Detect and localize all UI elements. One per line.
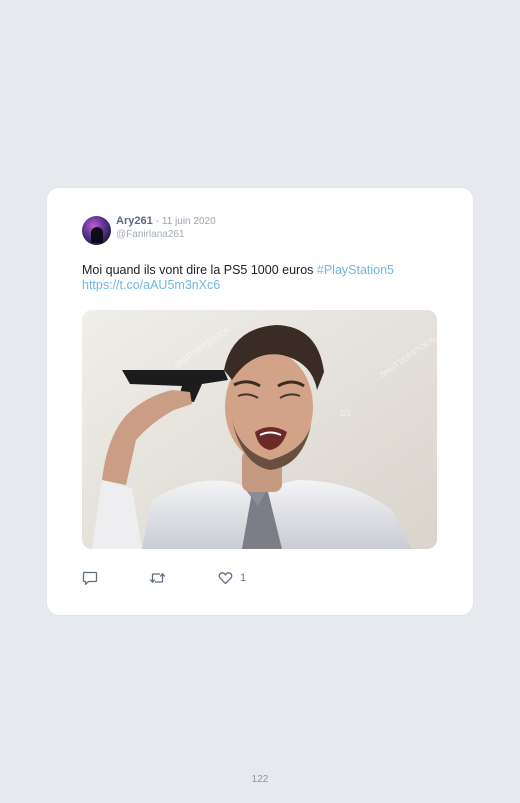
retweet-button[interactable]	[149, 570, 166, 586]
user-handle[interactable]: @Fanirlana261	[116, 229, 216, 241]
name-row: Ary261 - 11 juin 2020	[116, 215, 216, 228]
tweet-meta: Ary261 - 11 juin 2020 @Fanirlana261	[116, 215, 216, 241]
like-count: 1	[240, 572, 247, 584]
tweet-media-image[interactable]: SHUTTERSTOCK SHUTTERSTOCK SS	[82, 310, 437, 549]
tweet-text: Moi quand ils vont dire la PS5 1000 euro…	[82, 263, 452, 293]
heart-icon	[218, 572, 233, 585]
tweet-card: Ary261 - 11 juin 2020 @Fanirlana261 Moi …	[47, 188, 473, 615]
like-button[interactable]: 1	[218, 570, 246, 586]
reply-button[interactable]	[82, 570, 98, 586]
hashtag-link[interactable]: #PlayStation5	[317, 263, 394, 277]
watermark-small: SS	[340, 409, 351, 418]
tweet-text-main: Moi quand ils vont dire la PS5 1000 euro…	[82, 263, 317, 277]
tweet-header: Ary261 - 11 juin 2020 @Fanirlana261	[82, 215, 216, 245]
speech-bubble-icon	[82, 571, 98, 585]
media-photo: SHUTTERSTOCK SHUTTERSTOCK SS	[82, 310, 437, 549]
avatar[interactable]	[82, 216, 111, 245]
display-name[interactable]: Ary261	[116, 215, 153, 227]
page-number: 122	[251, 774, 269, 785]
tweet-date: - 11 juin 2020	[155, 216, 216, 227]
tweet-url-link[interactable]: https://t.co/aAU5m3nXc6	[82, 278, 220, 292]
retweet-icon	[149, 572, 166, 584]
tweet-actions: 1	[82, 570, 282, 586]
